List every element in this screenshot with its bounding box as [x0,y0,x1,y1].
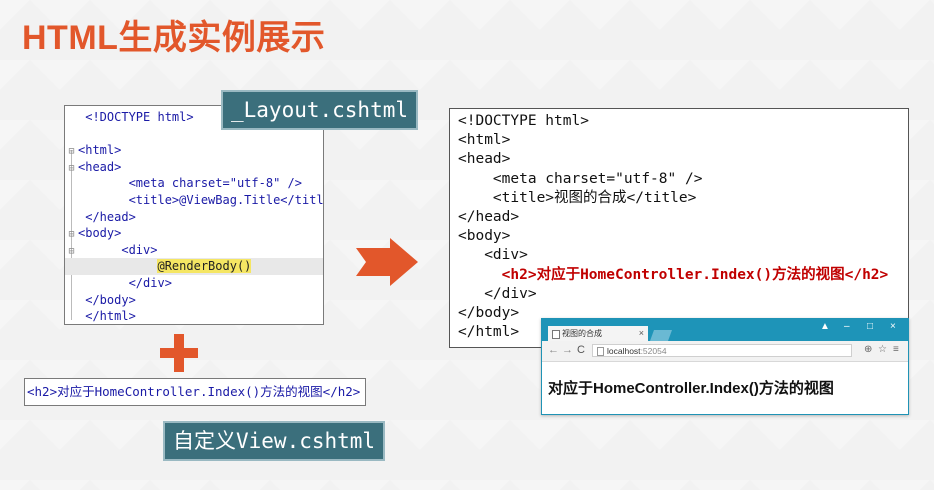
code-line: ⊟ <div> [65,242,323,259]
menu-icon[interactable]: ≡ [893,344,899,355]
page-icon [552,330,560,339]
code-text: </html> [85,309,136,324]
code-text: <head> [78,159,122,174]
view-code-text: <h2>对应于HomeController.Index()方法的视图</h2> [27,384,361,399]
result-line-h2: <h2>对应于HomeController.Index()方法的视图</h2> [458,266,889,283]
address-port: :52054 [640,346,667,356]
result-line: <div> [458,247,528,264]
render-body-call: @RenderBody() [157,259,252,274]
close-button[interactable]: × [890,321,896,332]
plus-icon [160,334,198,372]
code-text: </head> [85,209,136,224]
browser-toolbar: ← → C localhost:52054 ⊕ ☆ ≡ [542,341,908,362]
slide-title: HTML生成实例展示 [22,19,326,57]
code-line: ⊟ <html> [65,142,323,159]
browser-tab[interactable]: 视图的合成 × [548,326,648,341]
result-line: <head> [458,151,511,168]
result-line: <title>视图的合成</title> [458,189,697,206]
code-line: ⊟ <head> [65,159,323,176]
minimize-button[interactable]: – [844,321,850,332]
reload-icon[interactable]: C [577,344,585,356]
tab-title: 视图的合成 [562,329,602,338]
browser-window: 视图的合成 × ▲ – □ × ← → C localhost:52054 ⊕ … [541,318,909,415]
code-line: </html> [65,308,323,324]
view-file-label: 自定义View.cshtml [163,421,386,461]
code-text: <html> [78,143,122,158]
view-code-box: <h2>对应于HomeController.Index()方法的视图</h2> [24,378,366,406]
new-tab-button[interactable] [649,330,673,341]
code-text: <div> [121,242,158,257]
user-icon[interactable]: ▲ [820,321,830,332]
result-line: <body> [458,228,511,245]
result-line: <meta charset="utf-8" /> [458,170,703,187]
forward-icon[interactable]: → [562,344,573,356]
browser-titlebar: 视图的合成 × ▲ – □ × [542,319,908,341]
layout-file-label: _Layout.cshtml [221,90,419,130]
bookmark-star-icon[interactable]: ☆ [878,344,887,355]
code-line: </body> [65,292,323,309]
result-line: <html> [458,132,511,149]
right-arrow-icon [356,238,418,286]
zoom-icon[interactable]: ⊕ [864,344,872,355]
result-line: </div> [458,285,537,302]
maximize-button[interactable]: □ [867,321,873,332]
code-text: <body> [78,226,122,241]
result-line: </head> [458,208,520,225]
code-line-highlighted: @RenderBody() [65,258,323,275]
page-heading: 对应于HomeController.Index()方法的视图 [548,380,834,397]
result-html-panel: <!DOCTYPE html> <html> <head> <meta char… [449,108,909,348]
code-text: <title>@ViewBag.Title</title> [128,192,324,207]
address-bar[interactable]: localhost:52054 [592,344,852,357]
page-info-icon [597,347,604,356]
code-line: </div> [65,275,323,292]
tab-close-icon[interactable]: × [639,326,644,341]
address-host: localhost [607,346,641,356]
layout-code-panel: <!DOCTYPE html> ⊟ <html> ⊟ <head> <meta ch… [64,105,324,325]
back-icon[interactable]: ← [548,344,559,356]
code-line: <title>@ViewBag.Title</title> [65,192,323,209]
code-text: <meta charset="utf-8" /> [128,176,302,191]
code-text: </div> [128,275,172,290]
doctype-text: <!DOCTYPE html> [85,110,194,124]
code-line: ⊟ <body> [65,225,323,242]
result-line: <!DOCTYPE html> [458,113,589,129]
code-line: <meta charset="utf-8" /> [65,175,323,192]
code-line: </head> [65,209,323,226]
code-text: </body> [85,292,136,307]
